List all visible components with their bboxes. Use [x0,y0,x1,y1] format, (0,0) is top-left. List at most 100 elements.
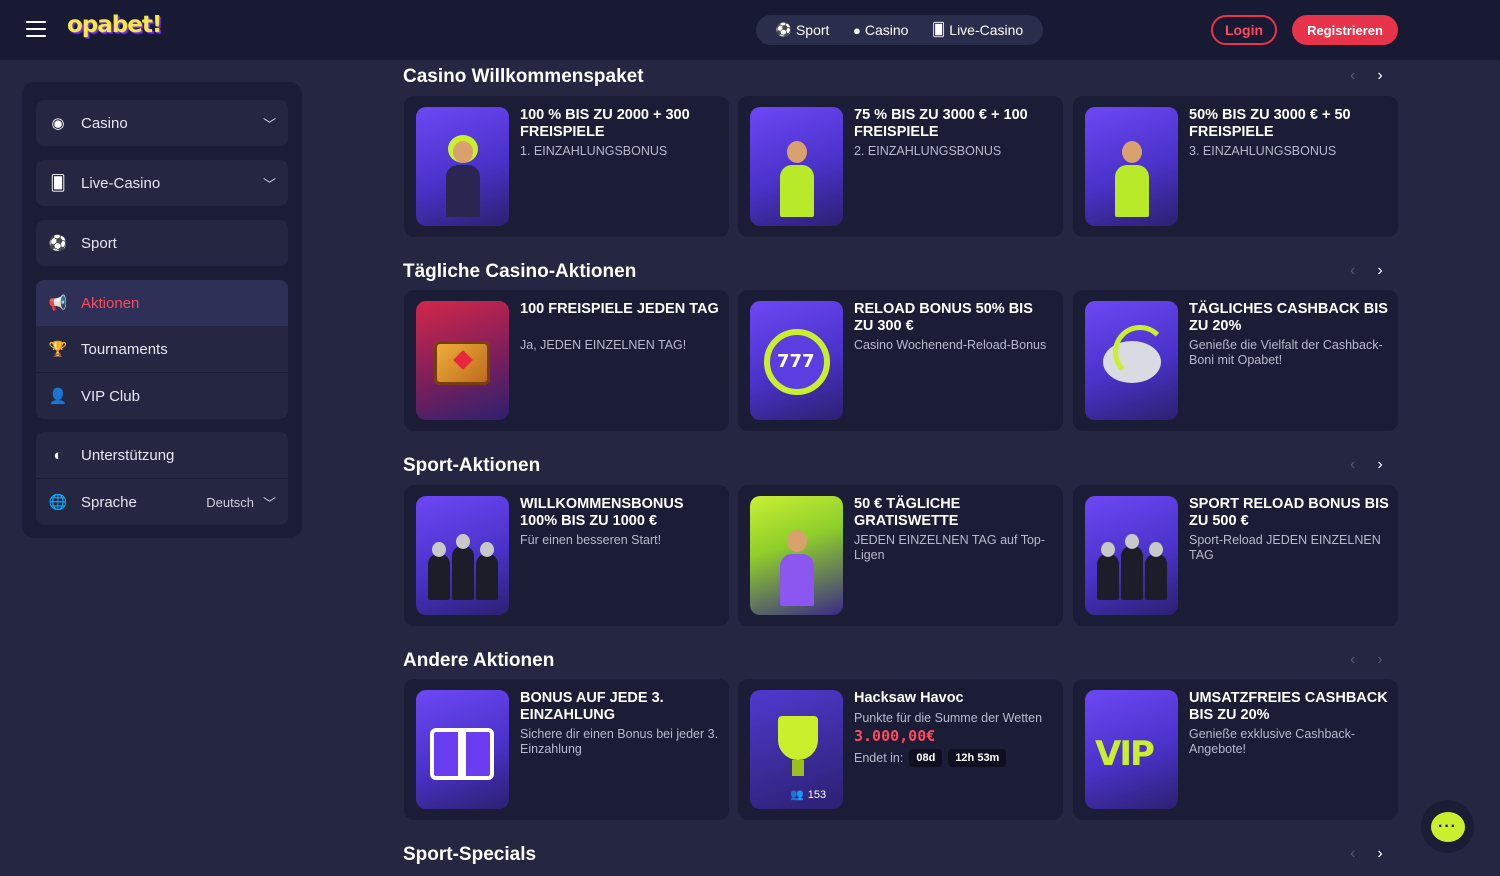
promo-card[interactable]: 100 % BIS ZU 2000 + 300 FREISPIELE 1. EI… [404,96,729,237]
chevron-right-icon[interactable]: › [1377,67,1382,85]
sidebar-item-live-casino[interactable]: 🂠 Live-Casino ﹀ [36,160,288,206]
nav-casino[interactable]: ● Casino [853,22,908,38]
promo-title: 50% BIS ZU 3000 € + 50 FREISPIELE [1189,107,1351,140]
promo-card[interactable]: 100 FREISPIELE JEDEN TAG Ja, JEDEN EINZE… [404,290,729,431]
promo-image [1085,301,1178,420]
promo-desc: Sichere dir einen Bonus bei jeder 3. Ein… [520,727,719,756]
user-icon: 👤 [48,388,68,405]
promo-title: TÄGLICHES CASHBACK BIS ZU 20% [1189,301,1388,334]
promo-image [416,301,509,420]
promo-title: SPORT RELOAD BONUS BIS ZU 500 € [1189,496,1389,529]
tournament-card[interactable]: 👥 153 Hacksaw Havoc Punkte für die Summe … [738,679,1063,820]
sidebar-item-vip-club[interactable]: 👤 VIP Club [36,373,288,419]
carousel-arrows: ‹ › [1350,67,1383,85]
cards-icon: 🂠 [50,175,66,192]
tournament-image: 👥 153 [750,690,843,809]
sidebar-item-aktionen[interactable]: 📢 Aktionen [36,280,288,326]
sidebar-group-casino: ◉ Casino ﹀ [36,100,288,146]
promo-title: WILLKOMMENSBONUS 100% BIS ZU 1000 € [520,496,684,529]
chevron-left-icon[interactable]: ‹ [1350,845,1355,863]
chevron-left-icon[interactable]: ‹ [1350,651,1355,669]
promo-desc: 2. EINZAHLUNGSBONUS [854,144,1002,158]
promo-card[interactable]: WILLKOMMENSBONUS 100% BIS ZU 1000 € Für … [404,485,729,626]
promo-image [416,496,509,615]
promo-desc: Ja, JEDEN EINZELNEN TAG! [520,338,687,352]
chevron-down-icon: ﹀ [262,117,276,132]
promo-card[interactable]: SPORT RELOAD BONUS BIS ZU 500 € Sport-Re… [1073,485,1398,626]
promo-image [750,496,843,615]
chevron-left-icon[interactable]: ‹ [1350,262,1355,280]
top-header: opabet! ⚽ Sport ● Casino 🂠 Live-Casino Logi… [0,0,1500,60]
sidebar-item-sport[interactable]: ⚽ Sport [36,220,288,266]
section-title-sport-promotions: Sport-Aktionen [403,455,541,476]
nav-live-casino[interactable]: 🂠 Live-Casino [932,22,1023,38]
promo-desc: Genieße die Vielfalt der Cashback-Boni m… [1189,338,1383,367]
sidebar-group-live-casino: 🂠 Live-Casino ﹀ [36,160,288,206]
promo-desc: JEDEN EINZELNEN TAG auf Top-Ligen [854,533,1046,562]
poker-chip-icon: ● [852,22,861,38]
promo-title: RELOAD BONUS 50% BIS ZU 300 € [854,301,1033,334]
promo-title: 100 FREISPIELE JEDEN TAG [520,301,719,317]
promo-image [416,107,509,226]
section-title-daily-casino: Tägliche Casino-Aktionen [403,261,637,282]
section-title-casino-welcome: Casino Willkommenspaket [403,66,644,87]
tournament-countdown: Endet in: 08d 12h 53m [854,749,1007,767]
megaphone-icon: 📢 [48,295,68,312]
promo-image [750,107,843,226]
carousel-arrows: ‹ › [1350,262,1383,280]
promo-title: 75 % BIS ZU 3000 € + 100 FREISPIELE [854,107,1028,140]
sidebar-group-sport: ⚽ Sport [36,220,288,266]
chevron-left-icon[interactable]: ‹ [1350,456,1355,474]
promo-card[interactable]: BONUS AUF JEDE 3. EINZAHLUNG Sichere dir… [404,679,729,820]
promo-title: UMSATZFREIES CASHBACK BIS ZU 20% [1189,690,1388,723]
main-nav: ⚽ Sport ● Casino 🂠 Live-Casino [756,15,1043,45]
cards-icon: 🂠 [931,22,946,37]
section-title-other-promotions: Andere Aktionen [403,650,555,671]
register-button[interactable]: Registrieren [1292,15,1398,45]
promo-title: 50 € TÄGLICHE GRATISWETTE [854,496,961,529]
sidebar-item-casino[interactable]: ◉ Casino ﹀ [36,100,288,146]
language-value: Deutsch [206,494,254,510]
promo-desc: Für einen besseren Start! [520,533,662,547]
soccer-ball-icon: ⚽ [48,235,68,252]
promo-desc: Genieße exklusive Cashback-Angebote! [1189,727,1356,756]
promo-card[interactable]: 50% BIS ZU 3000 € + 50 FREISPIELE 3. EIN… [1073,96,1398,237]
promo-card[interactable]: RELOAD BONUS 50% BIS ZU 300 € Casino Woc… [738,290,1063,431]
promo-desc: Casino Wochenend-Reload-Bonus [854,338,1047,352]
sidebar-item-tournaments[interactable]: 🏆 Tournaments [36,326,288,372]
promo-title: BONUS AUF JEDE 3. EINZAHLUNG [520,690,664,723]
promo-card[interactable]: TÄGLICHES CASHBACK BIS ZU 20% Genieße di… [1073,290,1398,431]
days-chip: 08d [909,749,943,767]
nav-sport[interactable]: ⚽ Sport [776,22,830,38]
promo-image [750,301,843,420]
promo-card[interactable]: 50 € TÄGLICHE GRATISWETTE JEDEN EINZELNE… [738,485,1063,626]
carousel-arrows: ‹ › [1350,651,1383,669]
tournament-prize: 3.000,00€ [854,727,936,745]
chat-bubble-icon: ··· [1430,811,1465,842]
chevron-right-icon[interactable]: › [1377,262,1382,280]
players-count: 👥 153 [790,788,827,802]
tournament-title: Hacksaw Havoc [854,690,964,706]
promo-card[interactable]: VIP UMSATZFREIES CASHBACK BIS ZU 20% Gen… [1073,679,1398,820]
promo-image [1085,496,1178,615]
promo-desc: 1. EINZAHLUNGSBONUS [520,144,668,158]
chevron-left-icon[interactable]: ‹ [1350,67,1355,85]
carousel-arrows: ‹ › [1350,456,1383,474]
chevron-right-icon[interactable]: › [1377,651,1382,669]
sidebar-item-language[interactable]: 🌐 Sprache Deutsch ﹀ [36,479,288,525]
chevron-right-icon[interactable]: › [1377,845,1382,863]
soccer-ball-icon: ⚽ [775,22,792,37]
menu-icon[interactable] [26,21,46,37]
carousel-arrows: ‹ › [1350,845,1383,863]
globe-icon: 🌐 [48,494,68,511]
login-button[interactable]: Login [1211,15,1277,45]
promo-card[interactable]: 75 % BIS ZU 3000 € + 100 FREISPIELE 2. E… [738,96,1063,237]
logo[interactable]: opabet! [67,12,162,38]
chevron-right-icon[interactable]: › [1377,456,1382,474]
promo-image [1085,107,1178,226]
chat-button[interactable]: ··· [1421,800,1474,853]
promo-image: VIP [1085,690,1178,809]
sidebar: ◉ Casino ﹀ 🂠 Live-Casino ﹀ ⚽ Sport 📢 Aktionen … [22,82,302,538]
sidebar-item-support[interactable]: ◐ Unterstützung [36,432,288,478]
time-chip: 12h 53m [948,749,1007,767]
